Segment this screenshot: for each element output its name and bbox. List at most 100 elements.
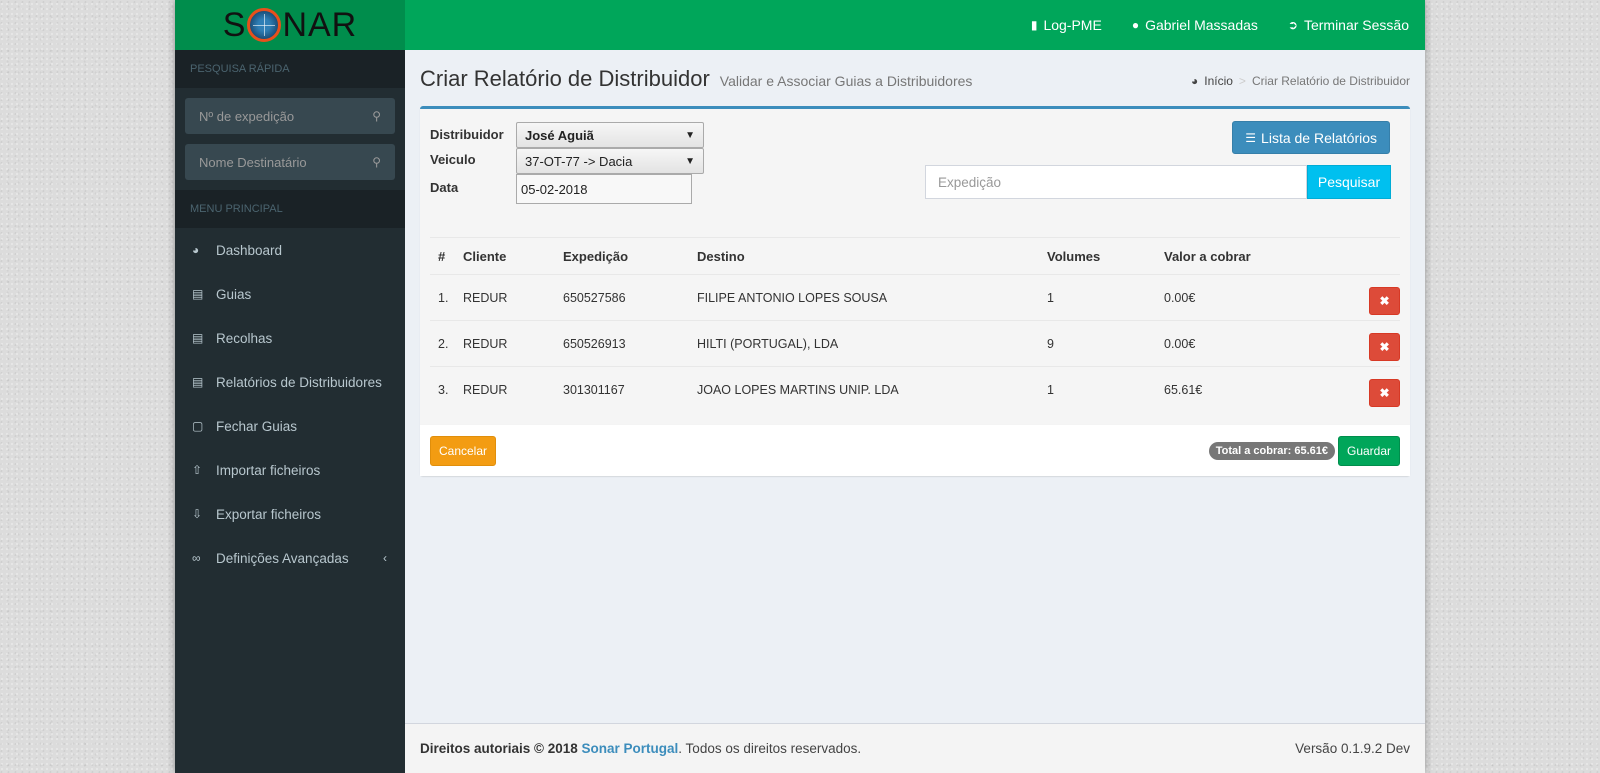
row-volumes: 1 bbox=[1039, 366, 1156, 413]
main-menu-header: MENU PRINCIPAL bbox=[175, 190, 405, 228]
sidebar-item-dashboard[interactable]: ◕ Dashboard bbox=[175, 228, 405, 272]
row-actions: ✖ bbox=[1336, 320, 1400, 367]
file-icon: ▤ bbox=[192, 331, 204, 345]
distribuidor-value: José Aguiã bbox=[525, 127, 594, 143]
breadcrumb-home[interactable]: Início bbox=[1204, 74, 1233, 88]
row-destino: JOAO LOPES MARTINS UNIP. LDA bbox=[689, 366, 1039, 413]
recipient-search-placeholder: Nome Destinatário bbox=[199, 154, 307, 170]
sidebar-item-fechar-guias[interactable]: ▢ Fechar Guias bbox=[175, 404, 405, 448]
expedition-input[interactable]: Expedição bbox=[925, 165, 1307, 199]
row-number: 3. bbox=[430, 366, 455, 413]
download-icon: ⇩ bbox=[192, 507, 203, 521]
nav-log-pme[interactable]: ▮ Log-PME bbox=[1031, 17, 1102, 33]
row-volumes: 9 bbox=[1039, 320, 1156, 367]
recipient-search-input[interactable]: Nome Destinatário ⚲ bbox=[185, 144, 395, 180]
chevron-left-icon[interactable]: ‹ bbox=[383, 551, 387, 565]
list-alt-icon: ▤ bbox=[192, 375, 204, 389]
logo[interactable]: S NAR bbox=[175, 0, 405, 50]
save-button[interactable]: Guardar bbox=[1338, 436, 1400, 466]
veiculo-value: 37-OT-77 -> Dacia bbox=[525, 153, 633, 169]
report-box-footer: Cancelar Total a cobrar: 65.61€ Guardar bbox=[420, 424, 1410, 476]
sidebar-item-definicoes[interactable]: ∞ Definições Avançadas ‹ bbox=[175, 536, 405, 580]
nav-user[interactable]: ● Gabriel Massadas bbox=[1132, 17, 1258, 33]
close-icon: ✖ bbox=[1379, 293, 1390, 308]
sign-out-icon: ➲ bbox=[1287, 18, 1298, 32]
total-badge: Total a cobrar: 65.61€ bbox=[1208, 442, 1335, 460]
sidebar-item-label: Exportar ficheiros bbox=[216, 506, 322, 522]
search-icon[interactable]: ⚲ bbox=[372, 156, 381, 168]
sidebar-item-label: Recolhas bbox=[216, 330, 273, 346]
report-box: Distribuidor José Aguiã ▼ Veiculo 37-OT-… bbox=[420, 106, 1410, 476]
page-subtitle: Validar e Associar Guias a Distribuidore… bbox=[719, 73, 973, 89]
sidebar-item-exportar[interactable]: ⇩ Exportar ficheiros bbox=[175, 492, 405, 536]
guides-table: # Cliente Expedição Destino Volumes Valo… bbox=[430, 237, 1400, 413]
logo-letters-nar: NAR bbox=[282, 5, 358, 44]
sidebar-item-label: Importar ficheiros bbox=[216, 462, 321, 478]
expedition-search-placeholder: Nº de expedição bbox=[199, 108, 295, 124]
distribuidor-select[interactable]: José Aguiã ▼ bbox=[516, 122, 704, 148]
col-actions bbox=[1336, 237, 1400, 275]
report-list-label: Lista de Relatórios bbox=[1261, 129, 1377, 146]
row-actions: ✖ bbox=[1336, 274, 1400, 321]
row-expedicao: 301301167 bbox=[555, 366, 689, 413]
search-icon[interactable]: ⚲ bbox=[372, 110, 381, 122]
table-row: 1. REDUR 650527586 FILIPE ANTONIO LOPES … bbox=[430, 274, 1400, 321]
date-value: 05-02-2018 bbox=[521, 181, 588, 197]
page-footer: Direitos autoriais © 2018 Sonar Portugal… bbox=[405, 723, 1425, 773]
row-valor: 0.00€ bbox=[1156, 320, 1336, 367]
nav-logout[interactable]: ➲ Terminar Sessão bbox=[1288, 17, 1409, 33]
col-valor: Valor a cobrar bbox=[1156, 237, 1336, 275]
copyright-text: Direitos autoriais © 2018 bbox=[420, 741, 578, 756]
report-box-body: Distribuidor José Aguiã ▼ Veiculo 37-OT-… bbox=[420, 109, 1410, 427]
veiculo-label: Veiculo bbox=[430, 152, 476, 167]
page-header: Criar Relatório de Distribuidor Validar … bbox=[420, 66, 972, 92]
cancel-button[interactable]: Cancelar bbox=[430, 436, 496, 466]
nav-user-label: Gabriel Massadas bbox=[1145, 17, 1258, 33]
row-actions: ✖ bbox=[1336, 366, 1400, 413]
file-icon: ▤ bbox=[192, 287, 204, 301]
breadcrumb-current: Criar Relatório de Distribuidor bbox=[1251, 74, 1410, 88]
date-input[interactable]: 05-02-2018 bbox=[516, 174, 692, 204]
quick-search-header: PESQUISA RÁPIDA bbox=[175, 50, 405, 88]
sidebar-item-recolhas[interactable]: ▤ Recolhas bbox=[175, 316, 405, 360]
expedition-search-input[interactable]: Nº de expedição ⚲ bbox=[185, 98, 395, 134]
row-cliente: REDUR bbox=[455, 320, 555, 367]
breadcrumb-separator: > bbox=[1238, 74, 1246, 88]
report-list-button[interactable]: ☰ Lista de Relatórios bbox=[1232, 121, 1390, 154]
row-number: 1. bbox=[430, 274, 455, 321]
sidebar: PESQUISA RÁPIDA Nº de expedição ⚲ Nome D… bbox=[175, 50, 405, 773]
row-cliente: REDUR bbox=[455, 274, 555, 321]
nav-log-pme-label: Log-PME bbox=[1043, 17, 1102, 33]
chevron-down-icon: ▼ bbox=[685, 129, 695, 141]
rights-text: . Todos os direitos reservados. bbox=[678, 741, 862, 756]
sidebar-item-relatorios[interactable]: ▤ Relatórios de Distribuidores bbox=[175, 360, 405, 404]
row-volumes: 1 bbox=[1039, 274, 1156, 321]
expedition-input-placeholder: Expedição bbox=[938, 174, 1002, 190]
table-header-row: # Cliente Expedição Destino Volumes Valo… bbox=[430, 237, 1400, 275]
nav-logout-label: Terminar Sessão bbox=[1303, 17, 1409, 33]
delete-row-button[interactable]: ✖ bbox=[1369, 286, 1400, 315]
row-destino: HILTI (PORTUGAL), LDA bbox=[689, 320, 1039, 367]
sidebar-item-guias[interactable]: ▤ Guias bbox=[175, 272, 405, 316]
veiculo-select[interactable]: 37-OT-77 -> Dacia ▼ bbox=[516, 148, 704, 174]
sidebar-item-importar[interactable]: ⇧ Importar ficheiros bbox=[175, 448, 405, 492]
delete-row-button[interactable]: ✖ bbox=[1369, 332, 1400, 361]
link-icon: ∞ bbox=[192, 551, 201, 565]
breadcrumb: ◕ Início > Criar Relatório de Distribuid… bbox=[1191, 74, 1410, 88]
radar-icon bbox=[247, 8, 282, 42]
table-row: 3. REDUR 301301167 JOAO LOPES MARTINS UN… bbox=[430, 366, 1400, 413]
delete-row-button[interactable]: ✖ bbox=[1369, 378, 1400, 407]
row-number: 2. bbox=[430, 320, 455, 367]
search-button[interactable]: Pesquisar bbox=[1307, 165, 1391, 199]
logo-letter-s: S bbox=[222, 5, 247, 44]
company-link[interactable]: Sonar Portugal bbox=[582, 741, 679, 756]
upload-icon: ⇧ bbox=[192, 463, 203, 477]
copyright: Direitos autoriais © 2018 Sonar Portugal… bbox=[420, 741, 861, 756]
close-icon: ✖ bbox=[1379, 385, 1390, 400]
logo-text: S NAR bbox=[223, 6, 357, 45]
row-expedicao: 650526913 bbox=[555, 320, 689, 367]
row-valor: 65.61€ bbox=[1156, 366, 1336, 413]
sidebar-item-label: Fechar Guias bbox=[216, 418, 298, 434]
top-navbar: ▮ Log-PME ● Gabriel Massadas ➲ Terminar … bbox=[405, 0, 1425, 50]
sidebar-item-label: Definições Avançadas bbox=[216, 550, 349, 566]
